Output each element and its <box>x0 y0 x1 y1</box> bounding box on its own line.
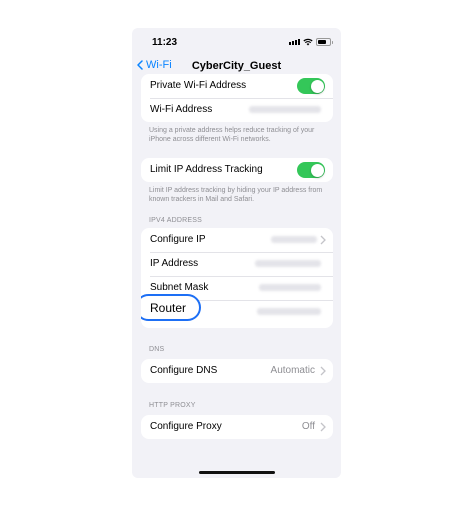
ipv4-group: Configure IP IP Address Subnet Mask Rout… <box>141 228 333 328</box>
wifi-address-label: Wi-Fi Address <box>150 104 213 115</box>
configure-ip-label: Configure IP <box>150 234 206 245</box>
ip-address-row: IP Address <box>141 252 333 276</box>
battery-icon <box>316 38 333 46</box>
dns-group: Configure DNS Automatic <box>141 359 333 383</box>
chevron-right-icon <box>320 235 326 245</box>
chevron-right-icon <box>320 366 326 376</box>
configure-dns-value: Automatic <box>270 365 315 376</box>
configure-proxy-value: Off <box>301 421 315 432</box>
wifi-address-row: Wi-Fi Address <box>141 98 333 122</box>
router-row: Router <box>141 294 333 324</box>
ipv4-section-header: IPV4 ADDRESS <box>149 217 202 224</box>
configure-dns-row[interactable]: Configure DNS Automatic <box>141 359 333 383</box>
wifi-address-value-redacted <box>249 106 321 113</box>
configure-ip-row[interactable]: Configure IP <box>141 228 333 252</box>
private-address-footer: Using a private address helps reduce tra… <box>149 127 315 143</box>
http-proxy-group: Configure Proxy Off <box>141 415 333 439</box>
subnet-mask-label: Subnet Mask <box>150 282 209 293</box>
phone-screen: 11:23 Wi-Fi CyberCity_Guest Private Wi-F… <box>132 28 341 478</box>
configure-ip-value-redacted <box>271 236 317 243</box>
limit-ip-label: Limit IP Address Tracking <box>150 164 263 175</box>
configure-proxy-row[interactable]: Configure Proxy Off <box>141 415 333 439</box>
cellular-signal-icon <box>289 39 300 45</box>
private-wifi-address-label: Private Wi-Fi Address <box>150 80 247 91</box>
dns-section-header: DNS <box>149 346 165 353</box>
page-title: CyberCity_Guest <box>191 60 282 72</box>
private-wifi-address-toggle[interactable] <box>297 78 325 94</box>
status-time: 11:23 <box>152 37 178 48</box>
ip-address-value-redacted <box>255 260 321 267</box>
home-indicator[interactable] <box>199 471 275 474</box>
limit-ip-footer: Limit IP address tracking by hiding your… <box>149 187 323 203</box>
configure-dns-label: Configure DNS <box>150 365 218 376</box>
subnet-mask-value-redacted <box>259 284 321 291</box>
configure-proxy-label: Configure Proxy <box>150 421 222 432</box>
wifi-icon <box>303 38 313 46</box>
status-bar: 11:23 <box>132 28 341 56</box>
ip-address-label: IP Address <box>150 258 199 269</box>
limit-ip-row: Limit IP Address Tracking <box>141 158 333 182</box>
private-wifi-address-row: Private Wi-Fi Address <box>141 74 333 98</box>
router-highlight-callout: Router <box>141 294 201 321</box>
http-proxy-section-header: HTTP PROXY <box>149 402 196 409</box>
limit-ip-toggle[interactable] <box>297 162 325 178</box>
router-value-redacted <box>257 308 321 315</box>
limit-ip-group: Limit IP Address Tracking <box>141 158 333 182</box>
chevron-right-icon <box>320 422 326 432</box>
private-address-group: Private Wi-Fi Address Wi-Fi Address <box>141 74 333 122</box>
